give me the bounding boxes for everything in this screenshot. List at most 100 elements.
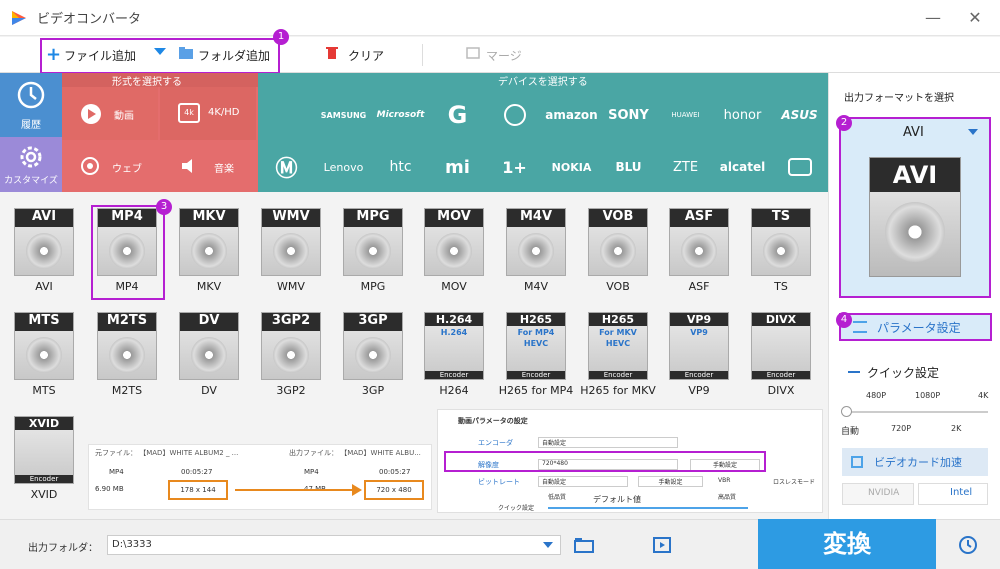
res-slider-track[interactable]	[846, 411, 988, 413]
manual-button-2[interactable]: 手動設定	[638, 476, 703, 487]
format-icon: MPG	[343, 208, 403, 276]
brand-microsoft[interactable]: Microsoft	[372, 90, 429, 140]
format-dropdown-icon[interactable]	[968, 129, 978, 135]
format-icon-text: ASF	[670, 209, 728, 227]
res-auto: 自動	[841, 427, 860, 437]
brand-samsung[interactable]: SAMSUNG	[315, 90, 372, 140]
format-tile-vp9[interactable]: VP9 VP9 Encoder VP9	[663, 312, 735, 397]
brand-huawei[interactable]: HUAWEI	[657, 90, 714, 140]
format-tile-dv[interactable]: DV DV	[173, 312, 245, 397]
format-icon-text: MKV	[180, 209, 238, 227]
category-music[interactable]: 音楽	[160, 140, 256, 194]
convert-button[interactable]: 変換	[758, 519, 936, 569]
minimize-button[interactable]: —	[921, 6, 945, 30]
open-folder-icon[interactable]	[574, 537, 594, 553]
format-tile-m2ts[interactable]: M2TS M2TS	[91, 312, 163, 397]
brand-blu[interactable]: BLU	[600, 142, 657, 192]
format-label: MTS	[32, 384, 56, 397]
format-icon: MOV	[424, 208, 484, 276]
brand-zte[interactable]: ZTE	[657, 142, 714, 192]
add-folder-button[interactable]: フォルダ追加	[198, 47, 270, 64]
converter-window: ビデオコンバータ — ✕ 1 + ファイル追加 フォルダ追加 クリア マージ 履…	[0, 0, 1000, 569]
format-tile-3gp2[interactable]: 3GP2 3GP2	[255, 312, 327, 397]
format-icon-text: 3GP	[344, 313, 402, 331]
format-tile-wmv[interactable]: WMV WMV	[255, 208, 327, 293]
src-label: 元ファイル： 【MAD】WHITE ALBUM2 _ ...	[95, 449, 239, 457]
format-label: H265 for MKV	[580, 384, 656, 397]
format-icon-text: DV	[180, 313, 238, 331]
google-icon[interactable]: G	[429, 90, 486, 140]
clear-button[interactable]: クリア	[348, 47, 384, 64]
title-bar: ビデオコンバータ — ✕	[0, 0, 1000, 36]
format-tile-h264[interactable]: H.264 H.264 Encoder H264	[418, 312, 490, 397]
vbr-checkbox[interactable]: VBR	[718, 477, 730, 484]
customize-tab[interactable]: カスタマイズ	[0, 137, 62, 192]
format-icon-text: For MP4	[517, 328, 555, 337]
format-tile-vob[interactable]: VOB VOB	[582, 208, 654, 293]
brand-sony[interactable]: SONY	[600, 90, 657, 140]
apple-icon[interactable]	[258, 90, 315, 140]
brand-lenovo[interactable]: Lenovo	[315, 142, 372, 192]
format-icon-text: WMV	[262, 209, 320, 227]
format-tile-ts[interactable]: TS TS	[745, 208, 817, 293]
oneplus-icon[interactable]: 1+	[486, 142, 543, 192]
add-file-button[interactable]: ファイル追加	[64, 47, 136, 64]
format-icon: 3GP2	[261, 312, 321, 380]
bitrate-select[interactable]: 自動設定	[538, 476, 628, 487]
merge-button[interactable]: マージ	[486, 47, 522, 64]
format-icon: M2TS	[97, 312, 157, 380]
play-icon	[81, 104, 101, 124]
format-icon-text: H265	[507, 313, 565, 326]
format-tile-mov[interactable]: MOV MOV	[418, 208, 490, 293]
folder-dropdown-icon[interactable]	[543, 542, 553, 548]
format-icon: AVI	[14, 208, 74, 276]
quick-icon	[848, 371, 860, 373]
format-tile-avi[interactable]: AVI AVI	[8, 208, 80, 293]
add-file-dropdown-icon[interactable]	[154, 48, 166, 55]
speaker-icon	[182, 159, 192, 173]
brand-alcatel[interactable]: alcatel	[714, 142, 771, 192]
encoder-select[interactable]: 自動設定	[538, 437, 678, 448]
category-web[interactable]: ウェブ	[62, 140, 158, 194]
format-icon-text: Encoder	[425, 371, 483, 379]
format-icon-text: Encoder	[670, 371, 728, 379]
avi-big-icon: AVI	[869, 157, 961, 277]
format-tile-3gp[interactable]: 3GP 3GP	[337, 312, 409, 397]
close-button[interactable]: ✕	[963, 6, 987, 30]
res-slider-thumb[interactable]	[841, 406, 852, 417]
format-icon: DIVX Encoder	[751, 312, 811, 380]
brand-asus[interactable]: ASUS	[771, 90, 828, 140]
format-tile-xvid[interactable]: XVID Encoder XVID	[8, 416, 80, 501]
dst-duration: 00:05:27	[379, 468, 411, 476]
lossless-checkbox[interactable]: ロスレスモード	[773, 477, 815, 486]
format-tile-mpg[interactable]: MPG MPG	[337, 208, 409, 293]
history-tab[interactable]: 履歴	[0, 73, 62, 137]
lg-icon[interactable]	[486, 90, 543, 140]
tv-icon[interactable]	[771, 142, 828, 192]
xiaomi-icon[interactable]: mi	[429, 142, 486, 192]
brand-amazon[interactable]: amazon	[543, 90, 600, 140]
category-video[interactable]: 動画	[62, 87, 158, 141]
format-tile-m4v[interactable]: M4V M4V	[500, 208, 572, 293]
format-tile-h265-for-mkv[interactable]: H265 For MKV HEVC Encoder H265 for MKV	[580, 312, 656, 397]
format-tile-asf[interactable]: ASF ASF	[663, 208, 735, 293]
brand-htc[interactable]: htc	[372, 142, 429, 192]
alarm-clock-icon[interactable]	[957, 533, 979, 555]
format-icon-text: MOV	[425, 209, 483, 227]
quality-slider[interactable]	[548, 507, 748, 509]
film-disc-icon	[191, 337, 227, 373]
format-tile-mkv[interactable]: MKV MKV	[173, 208, 245, 293]
format-icon: DV	[179, 312, 239, 380]
param-title: 動画パラメータの設定	[458, 417, 528, 425]
format-icon-text: For MKV	[599, 328, 637, 337]
output-folder-input[interactable]: D:\3333	[107, 535, 561, 555]
format-tile-mts[interactable]: MTS MTS	[8, 312, 80, 397]
output-video-icon[interactable]	[653, 537, 671, 553]
motorola-icon[interactable]: Ⓜ	[258, 142, 315, 192]
brand-nokia[interactable]: NOKIA	[543, 142, 600, 192]
brand-honor[interactable]: honor	[714, 90, 771, 140]
category-hd[interactable]: 4k 4K/HD	[160, 87, 256, 141]
format-tile-h265-for-mp4[interactable]: H265 For MP4 HEVC Encoder H265 for MP4	[499, 312, 573, 397]
format-icon: H265 For MP4 HEVC Encoder	[506, 312, 566, 380]
format-tile-divx[interactable]: DIVX Encoder DIVX	[745, 312, 817, 397]
